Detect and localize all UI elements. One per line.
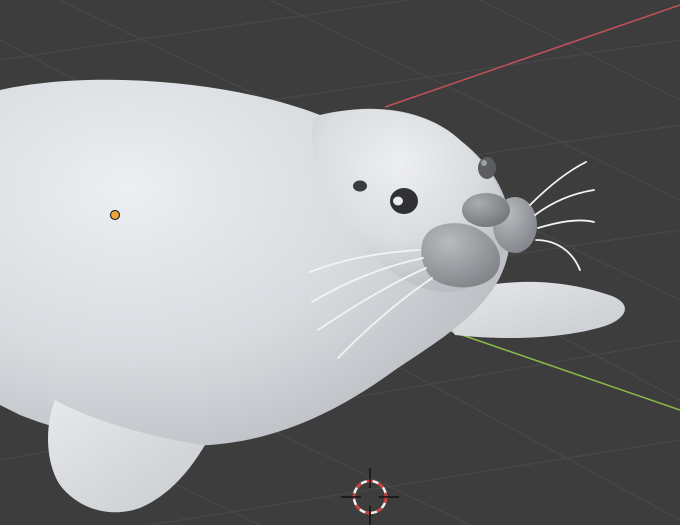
- x-axis-line: [384, 4, 680, 108]
- seal-brow-mark: [353, 180, 367, 192]
- object-origin-dot[interactable]: [109, 209, 121, 221]
- seal-nose: [462, 193, 510, 227]
- y-axis-line: [432, 324, 680, 411]
- 3d-cursor-icon[interactable]: [341, 468, 399, 525]
- 3d-viewport[interactable]: [0, 0, 680, 525]
- seal-far-eye: [478, 157, 496, 179]
- seal-far-eye-highlight: [481, 160, 487, 166]
- seal-model[interactable]: [0, 79, 625, 513]
- viewport-canvas[interactable]: [0, 0, 680, 525]
- seal-near-eye-highlight: [393, 196, 403, 206]
